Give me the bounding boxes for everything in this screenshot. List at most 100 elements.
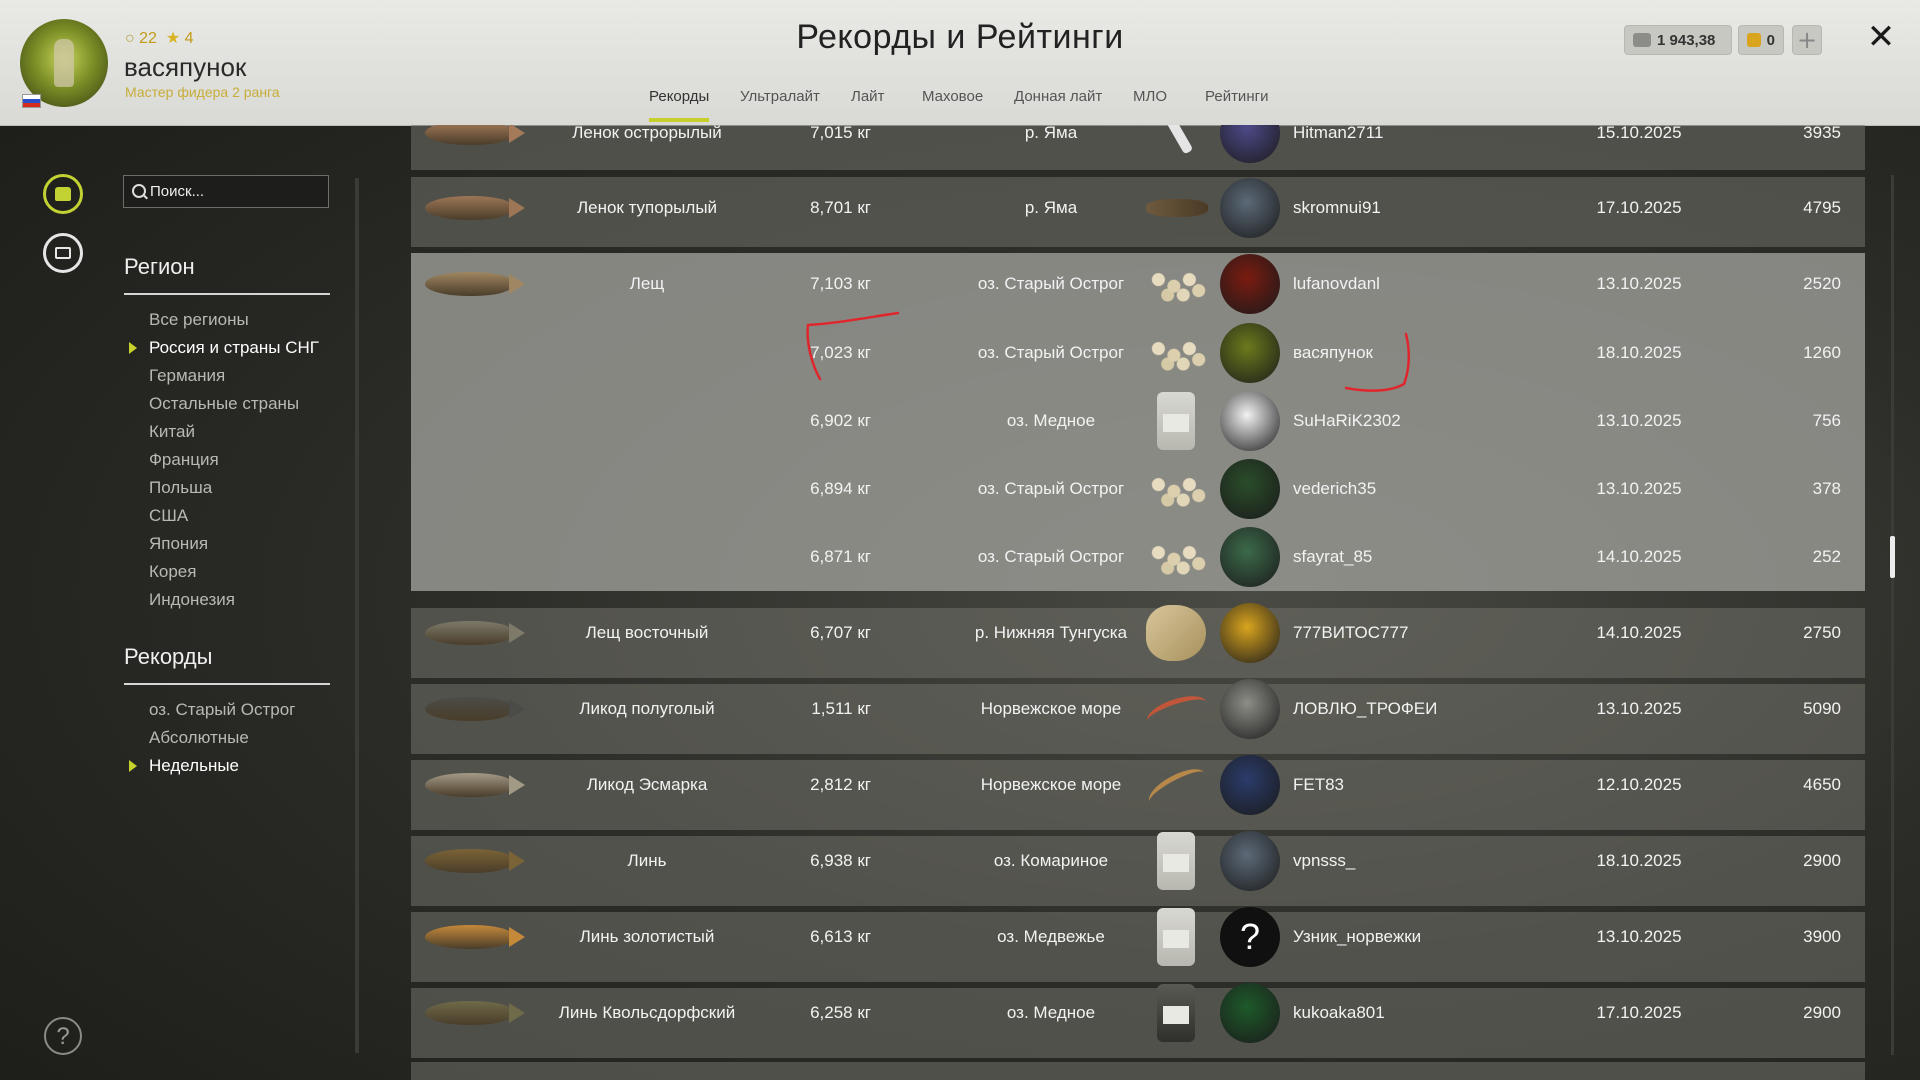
player-name[interactable]: kukoaka801 xyxy=(1293,1003,1385,1023)
player-avatar[interactable] xyxy=(1220,391,1280,451)
region-france[interactable]: Франция xyxy=(149,446,319,474)
ratings-icon[interactable] xyxy=(43,174,83,214)
record-weight: 8,701 кг xyxy=(810,198,871,217)
help-icon[interactable]: ? xyxy=(44,1017,82,1055)
records-weekly[interactable]: Недельные xyxy=(128,752,295,780)
record-weight: 6,707 кг xyxy=(810,623,871,642)
silver-balance[interactable]: 1 943,38 xyxy=(1624,25,1732,55)
table-row[interactable] xyxy=(411,760,1865,830)
table-row[interactable] xyxy=(411,1062,1865,1080)
region-usa[interactable]: США xyxy=(149,502,319,530)
panel-divider xyxy=(355,178,359,1053)
fish-name: Ликод Эсмарка xyxy=(586,775,708,794)
player-name[interactable]: skromnui91 xyxy=(1293,198,1381,218)
pellets-bait-icon xyxy=(1146,262,1208,306)
player-name[interactable]: FET83 xyxy=(1293,775,1344,795)
fish-icon xyxy=(425,691,525,727)
close-icon[interactable]: ✕ xyxy=(1864,20,1898,54)
fish-icon xyxy=(425,919,525,955)
region-russia-cis[interactable]: Россия и страны СНГ xyxy=(129,334,319,362)
search-box[interactable] xyxy=(123,175,329,208)
fish-name: Ленок тупорылый xyxy=(576,198,718,217)
tab-bottom-light[interactable]: Донная лайт xyxy=(1014,88,1102,105)
jar-bait-icon xyxy=(1157,984,1195,1042)
add-currency-button[interactable]: + xyxy=(1792,25,1822,55)
record-points: 2900 xyxy=(1803,1003,1841,1022)
record-location: р. Нижняя Тунгуска xyxy=(974,623,1128,642)
region-all[interactable]: Все регионы xyxy=(149,306,319,334)
player-name[interactable]: lufanovdanl xyxy=(1293,274,1380,294)
player-name[interactable]: Hitman2711 xyxy=(1293,125,1383,143)
player-name[interactable]: SuHaRiK2302 xyxy=(1293,411,1401,431)
bug-bait-icon xyxy=(1146,199,1208,217)
pellets-bait-icon xyxy=(1146,331,1208,375)
table-row[interactable] xyxy=(411,684,1865,754)
record-points: 4795 xyxy=(1803,198,1841,217)
search-input[interactable] xyxy=(150,176,325,207)
records-absolute[interactable]: Абсолютные xyxy=(149,724,295,752)
player-avatar[interactable] xyxy=(1220,603,1280,663)
record-date: 13.10.2025 xyxy=(1596,411,1682,430)
top-header: ○ 22 ★ 4 васяпунок Мастер фидера 2 ранга… xyxy=(0,0,1920,126)
tab-records[interactable]: Рекорды xyxy=(649,88,710,122)
tab-ultralight[interactable]: Ультралайт xyxy=(740,88,820,105)
player-avatar[interactable] xyxy=(1220,178,1280,238)
player-avatar[interactable] xyxy=(1220,323,1280,383)
record-weight: 6,938 кг xyxy=(810,851,871,870)
unknown-avatar-icon: ? xyxy=(1239,916,1261,957)
region-indonesia[interactable]: Индонезия xyxy=(149,586,319,614)
fish-name: Линь Квольсдорфский xyxy=(558,1003,736,1022)
table-row[interactable] xyxy=(411,988,1865,1058)
tab-mlo[interactable]: МЛО xyxy=(1133,88,1167,105)
player-avatar[interactable] xyxy=(1220,755,1280,815)
tab-light[interactable]: Лайт xyxy=(851,88,884,105)
scrollbar-track[interactable] xyxy=(1891,175,1894,1055)
silver-coins-icon xyxy=(1633,33,1651,47)
player-name[interactable]: 777ВИТОС777 xyxy=(1293,623,1408,643)
table-row[interactable] xyxy=(411,608,1865,678)
jar-bait-icon xyxy=(1157,908,1195,966)
player-avatar[interactable]: ? xyxy=(1220,907,1280,967)
fish-icon xyxy=(425,125,525,151)
jar-bait-icon xyxy=(1157,392,1195,450)
player-avatar[interactable] xyxy=(1220,459,1280,519)
player-name[interactable]: vpnsss_ xyxy=(1293,851,1355,871)
player-avatar[interactable] xyxy=(1220,254,1280,314)
tab-ratings[interactable]: Рейтинги xyxy=(1205,88,1268,105)
record-points: 378 xyxy=(1812,479,1841,498)
region-poland[interactable]: Польша xyxy=(149,474,319,502)
region-germany[interactable]: Германия xyxy=(149,362,319,390)
record-points: 2520 xyxy=(1803,274,1841,293)
player-avatar[interactable] xyxy=(1220,983,1280,1043)
player-avatar[interactable] xyxy=(1220,679,1280,739)
gold-balance[interactable]: 0 xyxy=(1738,25,1784,55)
player-avatar[interactable] xyxy=(1220,527,1280,587)
record-location: оз. Старый Острог xyxy=(977,343,1125,362)
record-date: 12.10.2025 xyxy=(1596,775,1682,794)
player-name[interactable]: vederich35 xyxy=(1293,479,1376,499)
player-avatar[interactable] xyxy=(1220,831,1280,891)
region-japan[interactable]: Япония xyxy=(149,530,319,558)
tab-float[interactable]: Маховое xyxy=(922,88,983,105)
fish-icon xyxy=(425,190,525,226)
records-lake-stary-ostrog[interactable]: оз. Старый Острог xyxy=(149,696,295,724)
table-row[interactable] xyxy=(411,836,1865,906)
table-row[interactable] xyxy=(411,912,1865,982)
archive-icon[interactable] xyxy=(43,233,83,273)
player-name[interactable]: Узник_норвежки xyxy=(1293,927,1421,947)
player-name[interactable]: sfayrat_85 xyxy=(1293,547,1372,567)
record-weight: 7,015 кг xyxy=(810,125,871,142)
region-china[interactable]: Китай xyxy=(149,418,319,446)
scrollbar-thumb[interactable] xyxy=(1890,536,1895,578)
record-points: 1260 xyxy=(1803,343,1841,362)
silver-amount: 1 943,38 xyxy=(1657,31,1716,49)
fish-icon xyxy=(425,266,525,302)
region-list: Все регионы Россия и страны СНГ Германия… xyxy=(129,306,319,614)
player-name[interactable]: ЛОВЛЮ_ТРОФЕИ xyxy=(1293,699,1437,719)
region-other[interactable]: Остальные страны xyxy=(149,390,319,418)
player-name[interactable]: васяпунок xyxy=(1293,343,1373,363)
record-location: Норвежское море xyxy=(980,775,1122,794)
record-weight: 6,613 кг xyxy=(810,927,871,946)
region-korea[interactable]: Корея xyxy=(149,558,319,586)
record-weight: 7,023 кг xyxy=(810,343,871,362)
